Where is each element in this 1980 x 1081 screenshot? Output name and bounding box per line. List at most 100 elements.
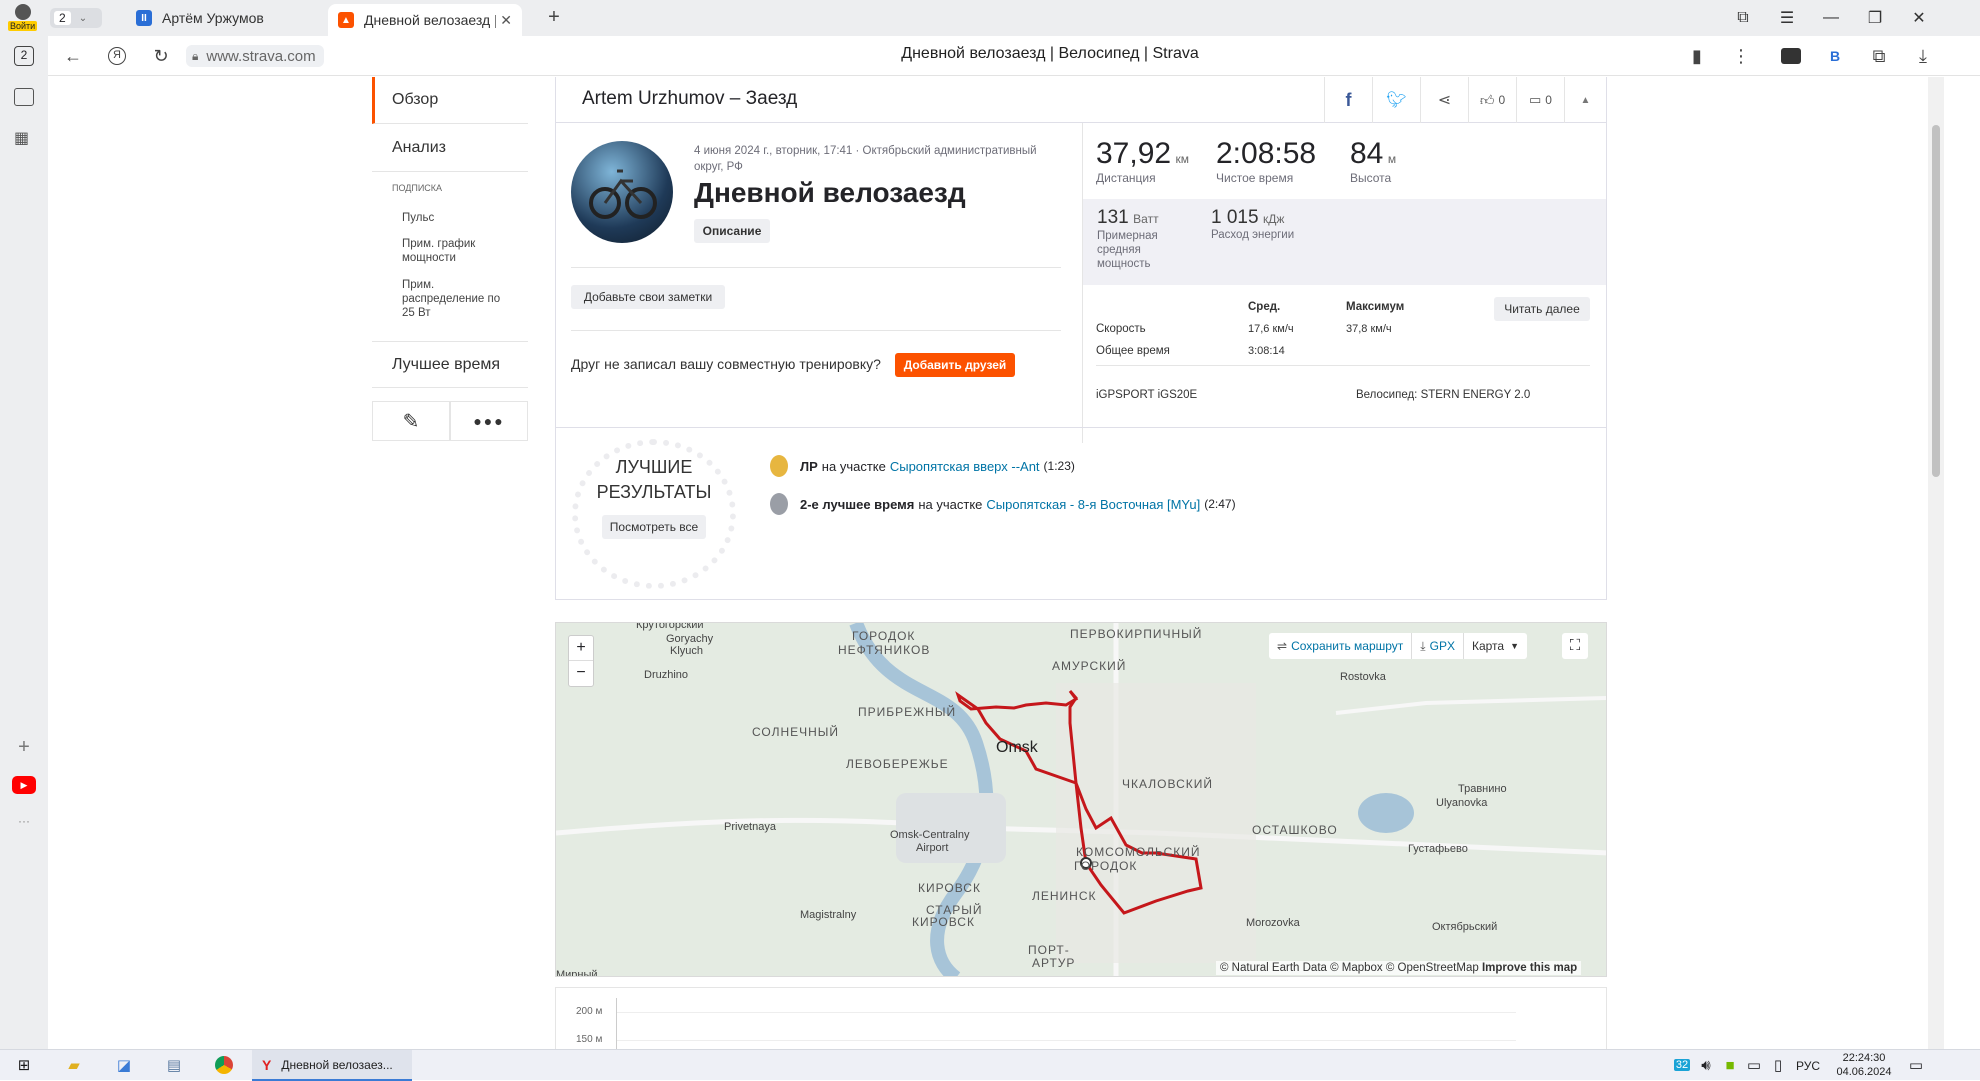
- map-label: Omsk: [996, 739, 1038, 756]
- nav-power-curve[interactable]: Прим. график мощности: [402, 237, 502, 265]
- kudos-button[interactable]: 👍︎ 0: [1468, 77, 1516, 123]
- athlete-photo[interactable]: [571, 141, 673, 243]
- description-button[interactable]: Описание: [694, 219, 770, 243]
- tab-counter-button[interactable]: 2 ⌄: [50, 8, 102, 28]
- close-window-icon[interactable]: ✕: [1904, 6, 1934, 30]
- input-language[interactable]: РУС: [1796, 1059, 1820, 1073]
- col-avg-header: Сред.: [1248, 301, 1281, 313]
- collapse-chevron-icon[interactable]: ▲: [1564, 77, 1606, 123]
- zoom-in-button[interactable]: +: [569, 636, 593, 661]
- restore-icon[interactable]: ❐: [1860, 6, 1890, 30]
- stat-moving-time: 2:08:58 Чистое время: [1216, 137, 1316, 185]
- minimize-icon[interactable]: —: [1816, 6, 1846, 30]
- distance-value: 37,92: [1096, 137, 1172, 170]
- nav-overview[interactable]: Обзор: [372, 77, 528, 124]
- clock[interactable]: 22:24:30 04.06.2024: [1832, 1051, 1896, 1079]
- tab-strava[interactable]: ▲ Дневной велозаезд | В ✕: [328, 4, 522, 36]
- route-map[interactable]: ГОРОДОК НЕФТЯНИКОВ ПЕРВОКИРПИЧНЫЙ АМУРСК…: [555, 622, 1607, 977]
- row-elapsed-label: Общее время: [1096, 345, 1170, 357]
- edit-button[interactable]: ✎: [372, 401, 450, 441]
- power-label: Примерная средняя мощность: [1097, 230, 1158, 270]
- network-icon[interactable]: ▭: [1742, 1054, 1766, 1076]
- collections-icon[interactable]: ⧉: [1866, 44, 1892, 68]
- add-friends-button[interactable]: Добавить друзей: [895, 353, 1015, 377]
- view-all-button[interactable]: Посмотреть все: [602, 515, 706, 539]
- energy-value: 1 015: [1211, 207, 1259, 228]
- share-icon[interactable]: ⋖: [1420, 77, 1468, 123]
- tabs-counter-rail-button[interactable]: 2: [14, 46, 34, 66]
- chrome-icon[interactable]: [212, 1054, 236, 1076]
- add-panel-icon[interactable]: +: [14, 736, 34, 758]
- zoom-out-button[interactable]: −: [569, 661, 593, 686]
- new-tab-plus-icon[interactable]: +: [542, 6, 566, 30]
- nav-best-times[interactable]: Лучшее время: [372, 342, 528, 388]
- translate-extension-icon[interactable]: [1778, 44, 1804, 68]
- nav-overview-label: Обзор: [392, 91, 439, 108]
- comments-count: 0: [1545, 93, 1552, 107]
- url-field[interactable]: 🔒︎ www.strava.com: [186, 45, 324, 67]
- elevation-unit: м: [1387, 152, 1397, 166]
- scrollbar-thumb[interactable]: [1932, 125, 1940, 477]
- elevation-value: 84: [1350, 137, 1384, 170]
- battery-icon[interactable]: ▯: [1766, 1054, 1790, 1076]
- nvidia-icon[interactable]: ■: [1718, 1054, 1742, 1076]
- map-label: ГОРОДОК: [1074, 859, 1138, 873]
- map-label: Morozovka: [1246, 917, 1300, 929]
- facebook-share-icon[interactable]: f: [1324, 77, 1372, 123]
- back-icon[interactable]: ←: [60, 44, 86, 68]
- tab-list-icon[interactable]: ⧉: [1728, 6, 1758, 30]
- comments-button[interactable]: ▭ 0: [1516, 77, 1564, 123]
- activity-card: Artem Urzhumov – Заезд f 🐦︎ ⋖ 👍︎ 0 ▭ 0 ▲ 4…: [555, 77, 1607, 600]
- page-menu-icon[interactable]: ⋮: [1728, 44, 1754, 68]
- map-type-select[interactable]: Карта ▼: [1464, 633, 1527, 659]
- stat-distance: 37,92 км Дистанция: [1096, 137, 1189, 185]
- attribution-text[interactable]: © Natural Earth Data © Mapbox © OpenStre…: [1220, 962, 1479, 974]
- reload-icon[interactable]: ↻: [148, 44, 174, 68]
- map-label: Октябрьский: [1432, 921, 1498, 933]
- row-elapsed-avg: 3:08:14: [1248, 345, 1285, 357]
- more-dots-icon[interactable]: ···: [14, 814, 34, 828]
- bookmark-icon[interactable]: ▮: [1684, 44, 1710, 68]
- nav-power-distribution[interactable]: Прим. распределение по 25 Вт: [402, 278, 512, 320]
- tray-app-icon[interactable]: 32: [1670, 1054, 1694, 1076]
- close-tab-icon[interactable]: ✕: [500, 12, 512, 29]
- fullscreen-icon[interactable]: ⛶: [1562, 633, 1588, 659]
- nav-analysis[interactable]: Анализ: [372, 124, 528, 172]
- yandex-logo-icon[interactable]: Я: [104, 44, 130, 68]
- profile-button[interactable]: Войти: [6, 2, 40, 34]
- download-icon[interactable]: ⤓: [1910, 44, 1936, 68]
- improve-map-link[interactable]: Improve this map: [1482, 962, 1577, 974]
- youtube-icon[interactable]: ▶: [12, 776, 36, 794]
- app-icon[interactable]: ◪: [112, 1054, 136, 1076]
- twitter-share-icon[interactable]: 🐦︎: [1372, 77, 1420, 123]
- windows-start-icon[interactable]: ⊞: [12, 1054, 36, 1076]
- achievement-pr-middle: на участке: [821, 458, 886, 474]
- vk-extension-icon[interactable]: В: [1822, 44, 1848, 68]
- caret-down-icon: ▼: [1510, 641, 1519, 651]
- notifications-icon[interactable]: ▭: [1904, 1054, 1928, 1076]
- map-label: АРТУР: [1032, 956, 1076, 970]
- nav-heart-rate[interactable]: Пульс: [402, 211, 522, 225]
- more-actions-button[interactable]: ●●●: [450, 401, 528, 441]
- page-scrollbar[interactable]: [1928, 77, 1944, 1049]
- taskbar-active-browser[interactable]: Y Дневной велозаез...: [252, 1050, 412, 1081]
- map-label: НЕФТЯНИКОВ: [838, 643, 931, 657]
- power-unit: Ватт: [1133, 212, 1159, 226]
- map-label: Крутогорский: [636, 622, 704, 631]
- segment-link[interactable]: Сыропятская вверх --Ant: [890, 459, 1040, 474]
- file-explorer-icon[interactable]: ▰: [62, 1054, 86, 1076]
- gpx-button[interactable]: ⤓ GPX: [1412, 633, 1464, 659]
- save-route-button[interactable]: ⇌ Сохранить маршрут: [1269, 633, 1413, 659]
- segment-link[interactable]: Сыропятская - 8-я Восточная [MYu]: [986, 497, 1200, 512]
- notepad-icon[interactable]: ▤: [162, 1054, 186, 1076]
- apps-grid-icon[interactable]: ▦: [14, 128, 34, 148]
- tab-artem[interactable]: II Артём Уржумов: [126, 4, 322, 32]
- divider: [556, 427, 1606, 428]
- add-notes-button[interactable]: Добавьте свои заметки: [571, 285, 725, 309]
- volume-icon[interactable]: 🔊︎: [1694, 1054, 1718, 1076]
- menu-icon[interactable]: ☰: [1772, 6, 1802, 30]
- achievement-pr-title: ЛР: [800, 458, 818, 474]
- read-more-button[interactable]: Читать далее: [1494, 297, 1590, 321]
- screenshot-icon[interactable]: [14, 88, 34, 106]
- tab-label: Артём Уржумов: [162, 10, 264, 26]
